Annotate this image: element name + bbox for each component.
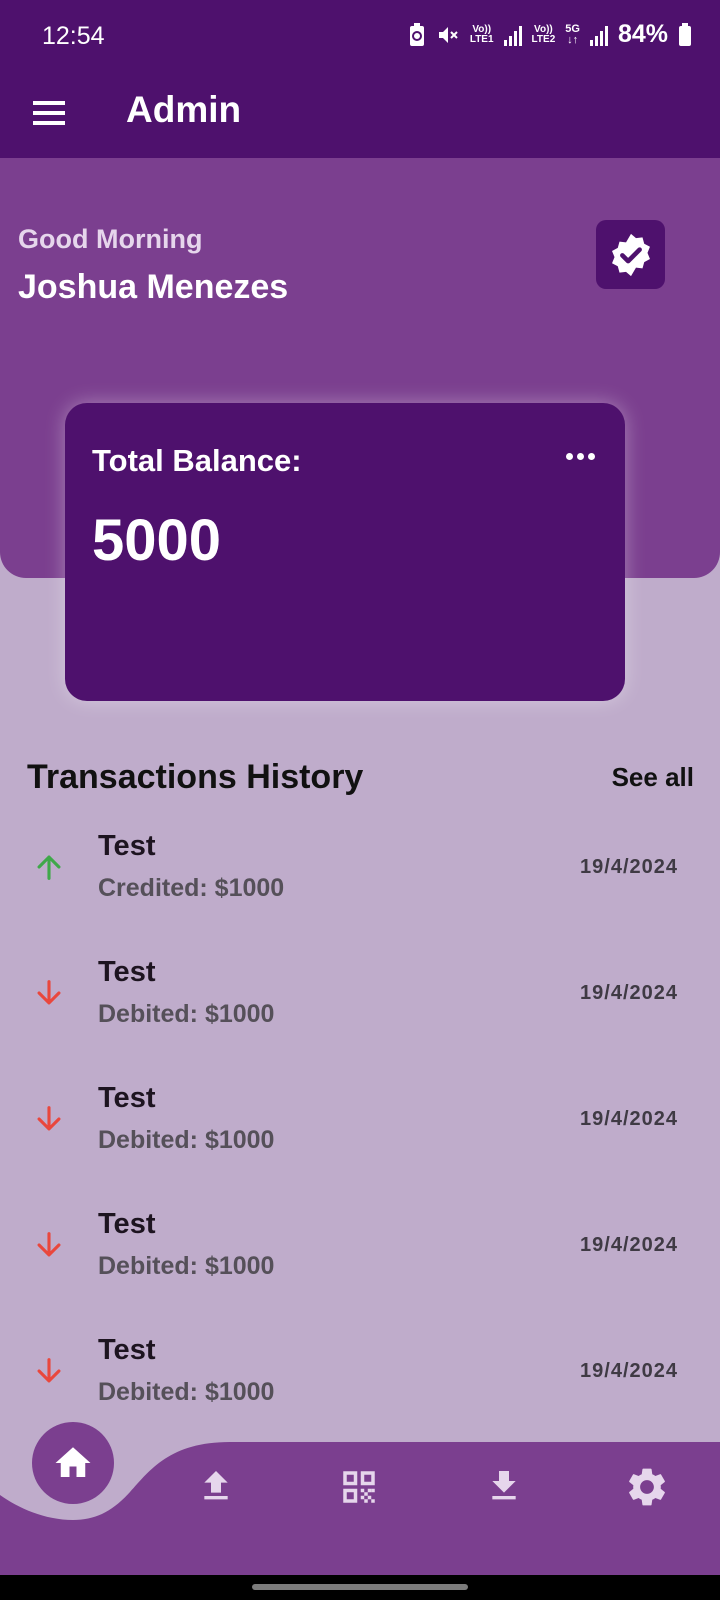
signal-icon [589,24,608,46]
nav-home-button[interactable] [32,1422,114,1504]
bottom-navigation [0,1400,720,1575]
user-name: Joshua Menezes [18,268,289,306]
transactions-list: Test Credited: $1000 19/4/2024 Test Debi… [0,826,720,1456]
transaction-date: 19/4/2024 [580,856,678,878]
balance-card: Total Balance: 5000 [65,403,625,701]
transaction-row[interactable]: Test Debited: $1000 19/4/2024 [0,952,720,1078]
arrow-down-icon [37,1358,61,1383]
qr-code-icon [343,1471,375,1503]
transaction-amount: Debited: $1000 [98,1000,275,1028]
transaction-row[interactable]: Test Debited: $1000 19/4/2024 [0,1078,720,1204]
transaction-row[interactable]: Test Credited: $1000 19/4/2024 [0,826,720,952]
transaction-date: 19/4/2024 [580,982,678,1004]
see-all-link[interactable]: See all [612,762,694,793]
balance-label: Total Balance: [92,443,302,478]
transaction-name: Test [98,956,156,988]
home-icon [55,1447,91,1477]
nav-upload-button[interactable] [196,1464,236,1513]
settings-icon [629,1468,665,1506]
5g-icon: 5G ↓↑ [565,22,580,46]
status-icons: Vo)) LTE1 Vo)) LTE2 5G ↓↑ 84% [408,20,692,49]
arrow-down-icon [37,1232,61,1257]
transaction-name: Test [98,1208,156,1240]
arrow-down-icon [37,1106,61,1131]
mute-icon [438,26,458,43]
more-horizontal-icon[interactable] [566,453,595,460]
transaction-date: 19/4/2024 [580,1360,678,1382]
hamburger-icon[interactable] [33,97,67,131]
transaction-date: 19/4/2024 [580,1108,678,1130]
battery-icon [679,22,691,46]
verified-badge-icon [611,233,650,276]
transaction-name: Test [98,1082,156,1114]
signal-icon [503,24,522,46]
page-title: Admin [126,89,242,130]
verified-badge-button[interactable] [596,220,665,289]
transaction-name: Test [98,1334,156,1366]
status-bar: 12:54 Vo)) LTE1 Vo)) LTE2 5G ↓↑ 84% [0,0,720,75]
transaction-amount: Credited: $1000 [98,874,285,902]
transactions-title: Transactions History [27,758,364,796]
transaction-date: 19/4/2024 [580,1234,678,1256]
greeting-text: Good Morning [18,224,203,254]
upload-icon [204,1471,228,1500]
arrow-up-icon [37,855,61,880]
system-navigation-bar [0,1575,720,1600]
arrow-down-icon [37,980,61,1005]
app-bar: Admin [0,75,720,158]
transaction-amount: Debited: $1000 [98,1126,275,1154]
transaction-amount: Debited: $1000 [98,1252,275,1280]
volte-lte1-icon: Vo)) LTE1 [469,23,494,45]
transaction-name: Test [98,830,156,862]
status-time: 12:54 [42,22,105,50]
battery-percent: 84% [617,20,668,48]
nfc-battery-icon [409,22,424,46]
nav-download-button[interactable] [484,1464,524,1513]
download-icon [492,1471,516,1500]
volte-lte2-icon: Vo)) LTE2 [531,23,556,45]
nav-settings-button[interactable] [624,1464,670,1515]
balance-value: 5000 [92,508,222,573]
gesture-home-handle[interactable] [252,1584,468,1590]
transaction-row[interactable]: Test Debited: $1000 19/4/2024 [0,1204,720,1330]
nav-qr-button[interactable] [338,1466,380,1513]
